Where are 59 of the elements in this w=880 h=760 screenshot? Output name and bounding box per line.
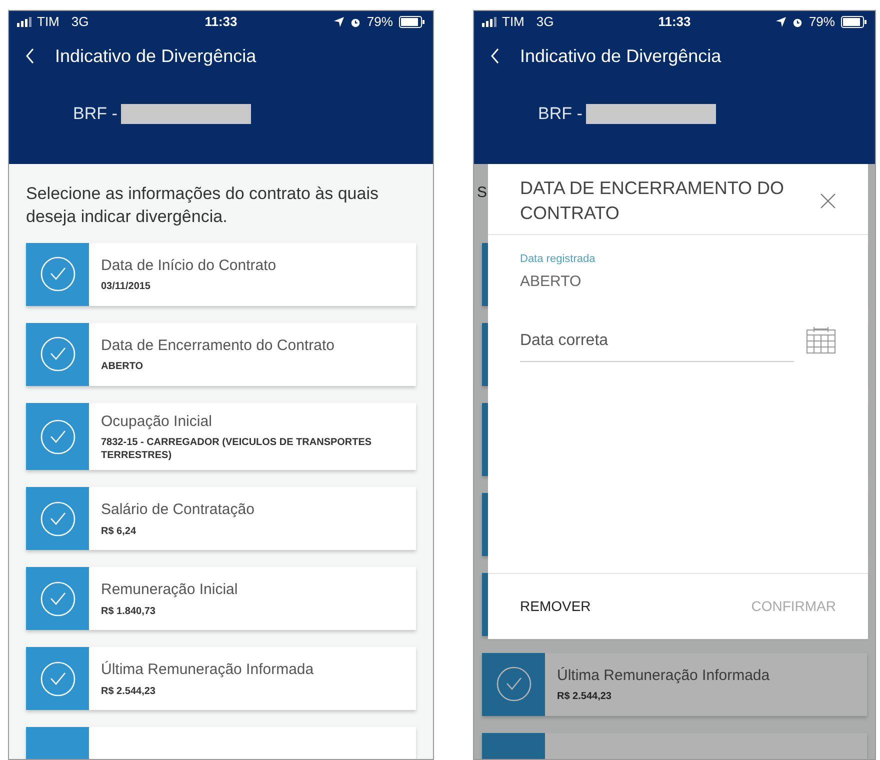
check-circle-icon	[40, 256, 76, 292]
card-value: R$ 2.544,23	[101, 686, 156, 698]
company-name: BRF -	[73, 103, 118, 125]
check-circle-icon	[40, 336, 76, 372]
card-title: Última Remuneração Informada	[101, 660, 314, 680]
carrier-name: TIM	[502, 13, 524, 32]
battery-percent: 79%	[366, 13, 393, 32]
signal-icon	[17, 17, 33, 27]
battery-icon	[840, 16, 867, 28]
alarm-clock-icon	[350, 16, 361, 28]
check-circle-icon	[496, 666, 532, 702]
alarm-clock-icon	[792, 16, 803, 28]
check-circle-icon	[40, 418, 76, 454]
field-value: ABERTO	[520, 272, 582, 292]
page-title: Indicativo de Divergência	[520, 44, 722, 68]
intro-text: Selecione as informações do contrato às quais deseja indicar divergência.	[26, 183, 380, 228]
card-title: Salário de Contratação	[101, 500, 254, 520]
close-icon[interactable]	[820, 192, 836, 209]
network-type: 3G	[536, 13, 554, 32]
carrier-name: TIM	[37, 13, 60, 32]
card-value: 03/11/2015	[101, 281, 152, 294]
contract-info-card[interactable]: Salário de Contratação R$ 6,24	[26, 487, 416, 550]
card-value: 7832-15 - CARREGADOR (VEICULOS DE TRANSPORTES TERRESTRES)	[101, 437, 373, 462]
card-title: Ocupação Inicial	[101, 412, 213, 432]
card-value: R$ 1.840,73	[101, 606, 156, 618]
location-arrow-icon	[334, 17, 344, 27]
card-value: R$ 6,24	[101, 526, 138, 538]
company-name: BRF -	[538, 103, 582, 125]
contract-info-card[interactable]: Data de Encerramento do Contrato ABERTO	[26, 322, 416, 386]
card-title: Data de Encerramento do Contrato	[101, 336, 334, 356]
dialog-button[interactable]: REMOVER	[520, 596, 591, 617]
contract-info-card[interactable]: Última Remuneração Informada R$ 2.544,23	[482, 652, 867, 716]
page-title: Indicativo de Divergência	[55, 44, 256, 68]
field-label: Data registrada	[520, 252, 596, 266]
location-arrow-icon	[776, 17, 786, 27]
contract-info-card[interactable]: Ocupação Inicial 7832-15 - CARREGADOR (VEICULOS DE TRANSPORTES TERRESTRES)	[26, 402, 416, 470]
card-value: R$ 2.544,23	[557, 691, 612, 704]
clock-time: 11:33	[204, 14, 238, 30]
date-input-field[interactable]: Data correta	[520, 328, 794, 362]
intro-text: S	[477, 183, 488, 203]
signal-icon	[482, 17, 498, 27]
card-value: ABERTO	[101, 361, 144, 374]
back-icon[interactable]	[25, 48, 35, 64]
back-icon[interactable]	[490, 48, 500, 64]
card-title: Data de Início do Contrato	[101, 256, 276, 276]
contract-info-card[interactable]: Última Remuneração Informada R$ 2.544,23	[26, 647, 416, 710]
calendar-icon[interactable]	[806, 326, 836, 354]
contract-info-card[interactable]: Remuneração Inicial R$ 1.840,73	[26, 567, 416, 630]
card-title: Última Remuneração Informada	[557, 666, 770, 686]
network-type: 3G	[71, 13, 89, 32]
battery-percent: 79%	[808, 13, 835, 32]
check-circle-icon	[40, 580, 76, 617]
clock-time: 11:33	[658, 14, 691, 30]
modal-title: DATA DE ENCERRAMENTO DO CONTRATO	[520, 177, 786, 225]
contract-info-card[interactable]: Data de Início do Contrato 03/11/2015	[26, 242, 416, 306]
card-title: Remuneração Inicial	[101, 580, 238, 600]
check-circle-icon	[40, 660, 76, 697]
check-circle-icon	[40, 500, 76, 537]
battery-icon	[398, 16, 425, 28]
